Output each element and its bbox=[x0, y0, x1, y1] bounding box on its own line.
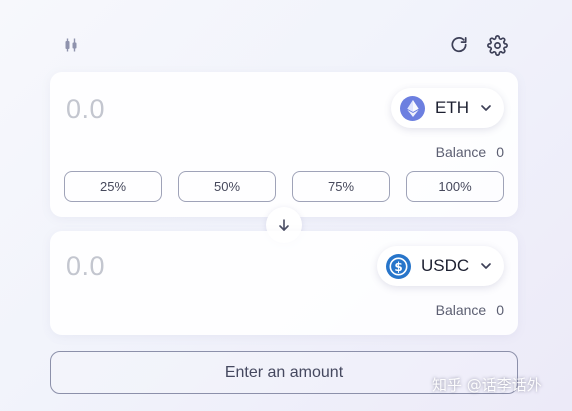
chevron-down-icon bbox=[479, 101, 493, 115]
to-token-selector[interactable]: $ USDC bbox=[377, 246, 504, 286]
percent-100-button[interactable]: 100% bbox=[406, 171, 504, 202]
from-token-panel: 0.0 ETH Balance 0 25% 50% 75% 100% bbox=[50, 72, 518, 217]
percent-buttons: 25% 50% 75% 100% bbox=[64, 171, 504, 202]
watermark-text: 知乎 @话李话外 bbox=[432, 376, 542, 394]
to-token-symbol: USDC bbox=[421, 256, 470, 275]
from-token-selector[interactable]: ETH bbox=[391, 88, 504, 128]
chevron-down-icon bbox=[479, 259, 493, 273]
from-amount-input[interactable]: 0.0 bbox=[66, 94, 105, 125]
percent-25-button[interactable]: 25% bbox=[64, 171, 162, 202]
candlestick-chart-icon[interactable] bbox=[60, 34, 82, 56]
from-balance-label: Balance bbox=[435, 144, 487, 160]
from-balance: Balance 0 bbox=[436, 144, 504, 160]
arrow-down-icon bbox=[279, 219, 289, 231]
to-balance-value: 0 bbox=[496, 302, 504, 318]
from-token-symbol: ETH bbox=[435, 98, 469, 117]
to-balance-label: Balance bbox=[435, 302, 487, 318]
to-amount-input[interactable]: 0.0 bbox=[66, 251, 105, 282]
to-token-panel: 0.0 $ USDC Balance 0 bbox=[50, 231, 518, 335]
percent-50-button[interactable]: 50% bbox=[178, 171, 276, 202]
percent-75-button[interactable]: 75% bbox=[292, 171, 390, 202]
from-balance-value: 0 bbox=[496, 144, 504, 160]
ethereum-logo-icon bbox=[400, 95, 425, 121]
swap-toolbar bbox=[0, 0, 572, 72]
refresh-icon[interactable] bbox=[447, 33, 471, 57]
usdc-logo-icon: $ bbox=[386, 253, 411, 279]
gear-icon[interactable] bbox=[485, 33, 509, 57]
svg-text:$: $ bbox=[394, 260, 402, 274]
to-balance: Balance 0 bbox=[436, 302, 504, 318]
